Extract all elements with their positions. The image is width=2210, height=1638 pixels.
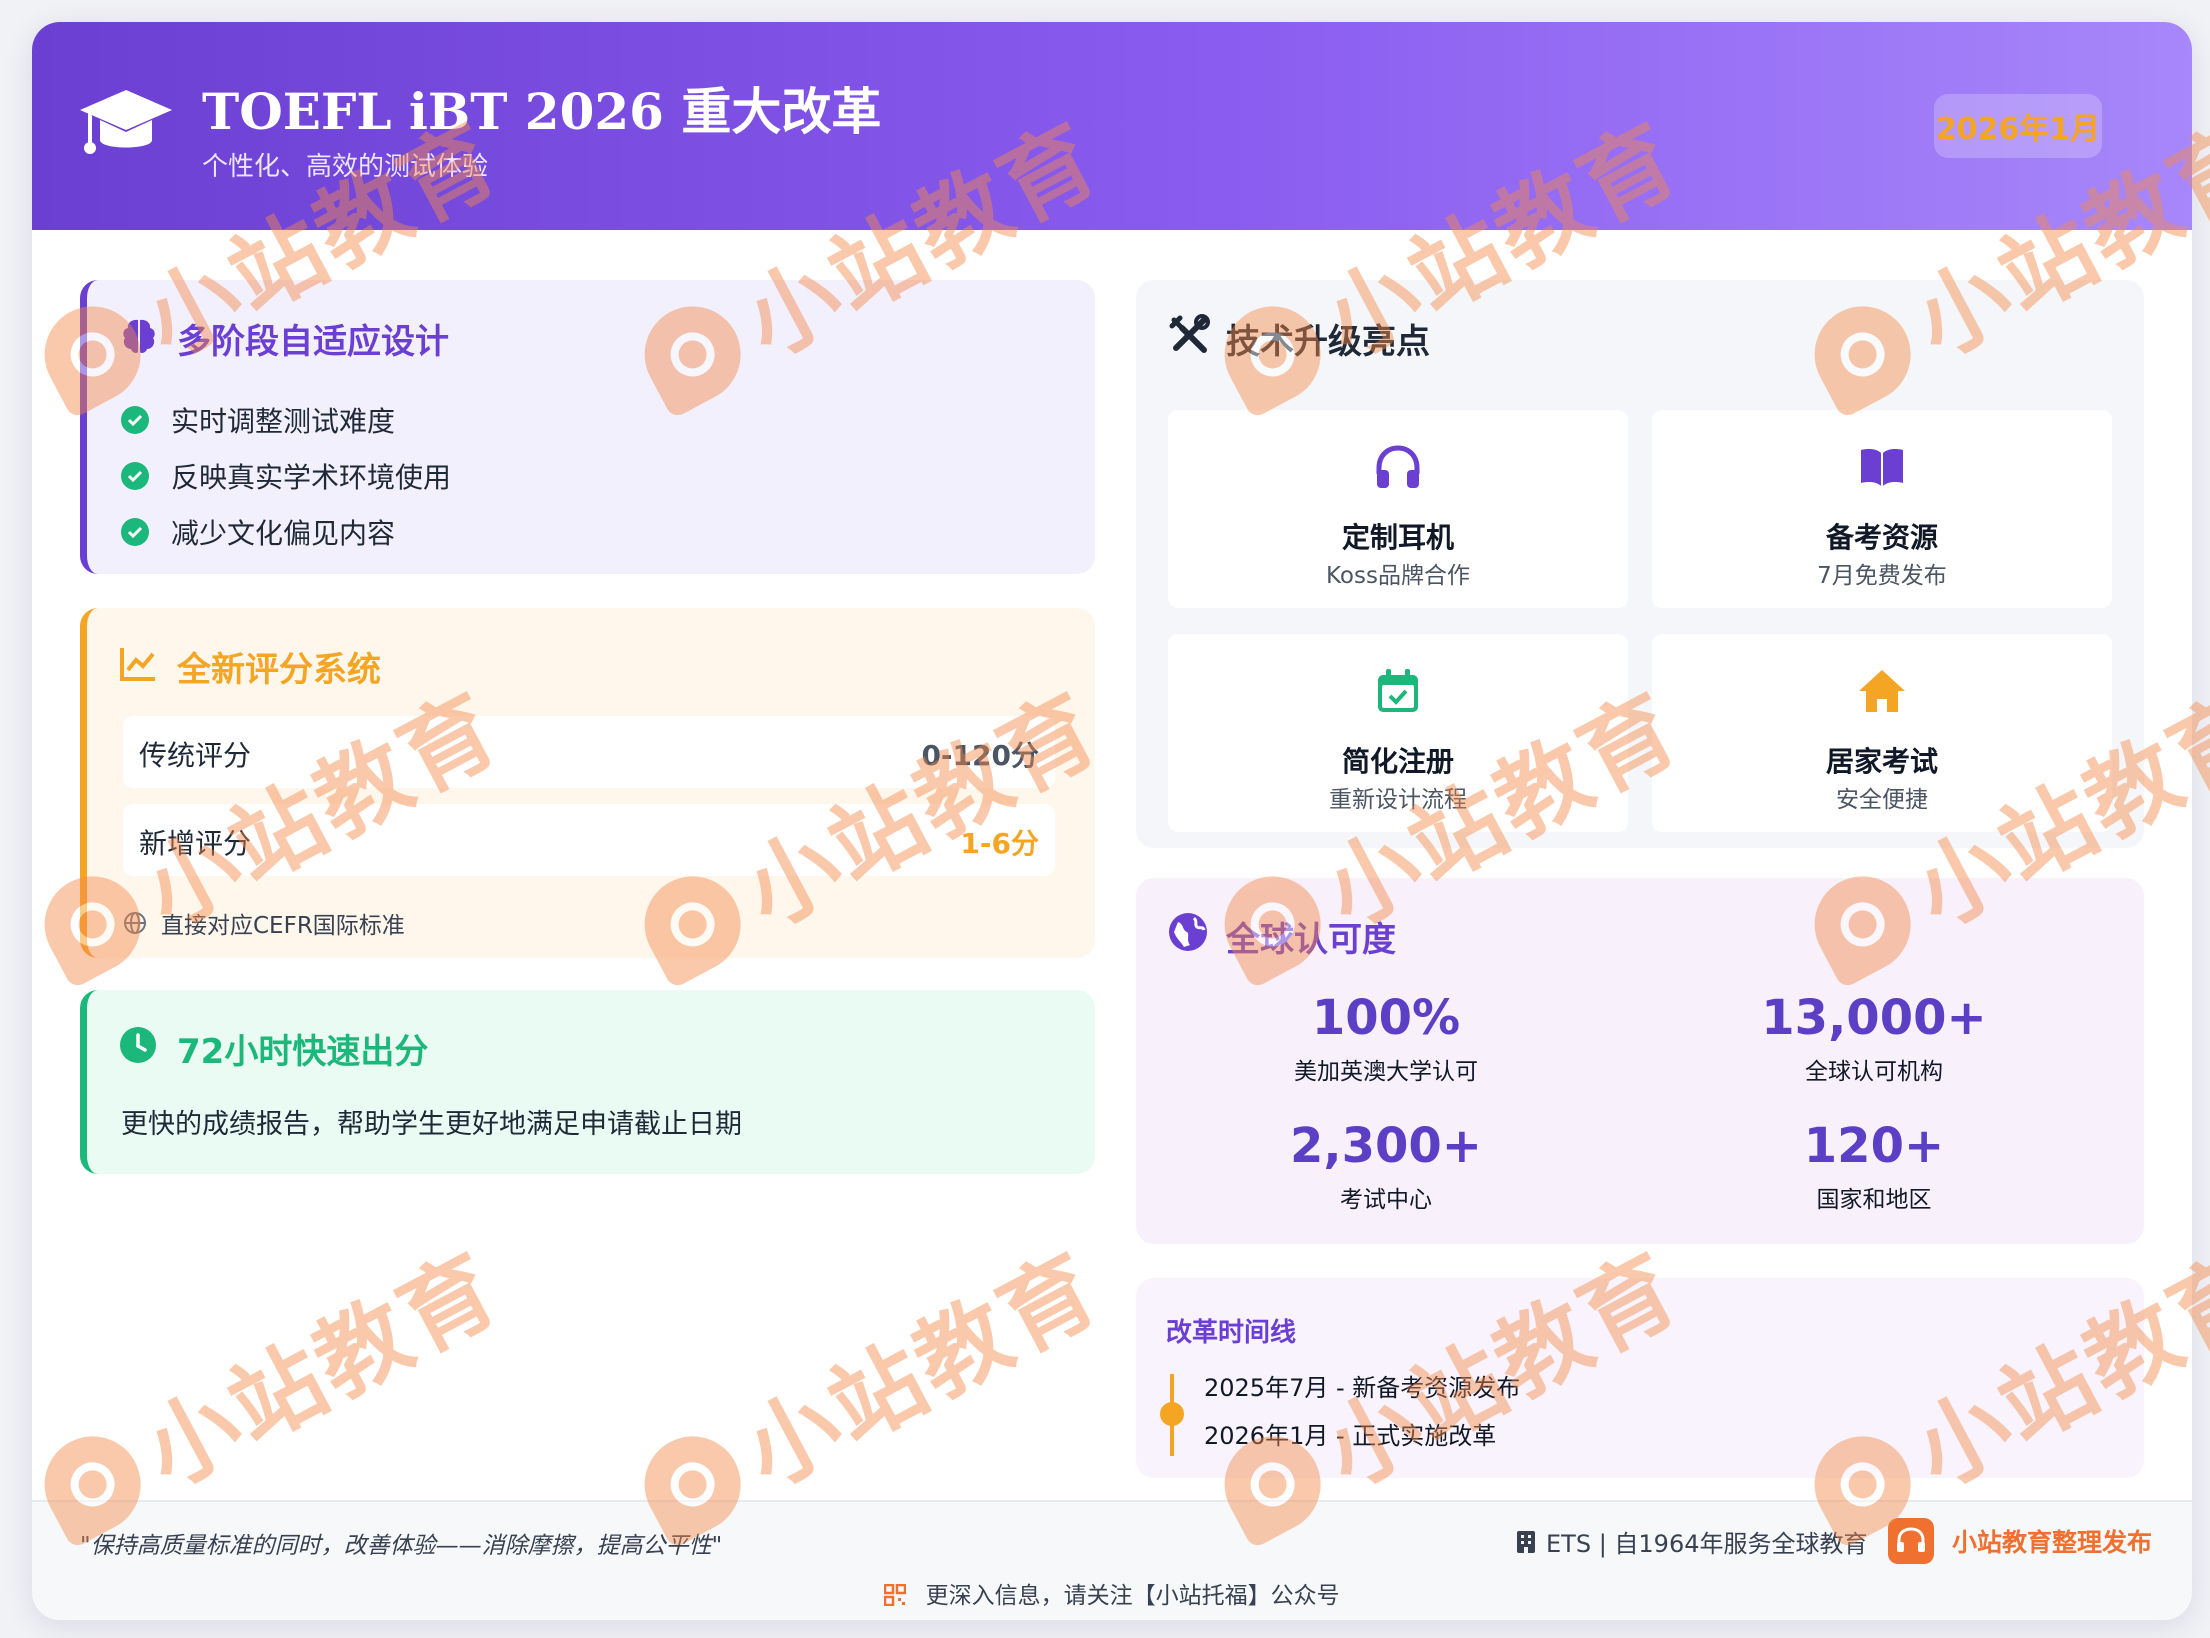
fast-results-panel: 72小时快速出分 更快的成绩报告，帮助学生更好地满足申请截止日期 — [80, 990, 1095, 1174]
tile-name: 简化注册 — [1341, 745, 1454, 778]
tile-subtext: 7月免费发布 — [1817, 563, 1947, 589]
adaptive-title: 多阶段自适应设计 — [177, 322, 449, 362]
follow-text: 更深入信息，请关注【小站托福】公众号 — [925, 1583, 1340, 1609]
page-subtitle: 个性化、高效的测试体验 — [202, 152, 489, 182]
global-title: 全球认可度 — [1226, 920, 1396, 960]
tech-title: 技术升级亮点 — [1226, 322, 1430, 362]
stat-block: 2,300+ 考试中心 — [1166, 1118, 1606, 1214]
header-banner: TOEFL iBT 2026 重大改革 个性化、高效的测试体验 2026年1月 — [32, 22, 2192, 230]
check-circle-icon — [121, 406, 149, 434]
adaptive-design-panel: 多阶段自适应设计 实时调整测试难度 反映真实学术环境使用 减少文化偏见内容 — [80, 280, 1095, 574]
cefr-note: 直接对应CEFR国际标准 — [123, 906, 405, 940]
tile-name: 备考资源 — [1825, 521, 1938, 554]
tech-tile: 定制耳机 Koss品牌合作 — [1168, 410, 1628, 608]
tile-subtext: Koss品牌合作 — [1326, 563, 1470, 589]
brain-icon — [123, 319, 155, 353]
stat-number: 2,300+ — [1289, 1118, 1483, 1174]
home-icon — [1859, 670, 1905, 712]
book-icon — [1861, 449, 1903, 486]
timeline-dot — [1160, 1402, 1184, 1426]
ets-text: ETS | 自1964年服务全球教育 — [1546, 1530, 1868, 1558]
globe-icon — [1169, 913, 1207, 951]
score-label: 传统评分 — [139, 739, 252, 772]
adaptive-item-text: 反映真实学术环境使用 — [171, 461, 452, 494]
tech-tile: 简化注册 重新设计流程 — [1168, 634, 1628, 832]
adaptive-item-text: 实时调整测试难度 — [171, 405, 396, 438]
score-value: 1-6分 — [960, 827, 1039, 860]
clock-icon — [120, 1027, 156, 1063]
tile-name: 居家考试 — [1825, 745, 1938, 778]
fast-results-text: 更快的成绩报告，帮助学生更好地满足申请截止日期 — [121, 1109, 742, 1140]
stat-label: 全球认可机构 — [1805, 1059, 1943, 1085]
tech-highlights-panel: 技术升级亮点 定制耳机 Koss品牌合作 备考资源 7月免费发布 简化注册 重新… — [1136, 280, 2144, 848]
stat-label: 国家和地区 — [1816, 1187, 1932, 1213]
cefr-note-text: 直接对应CEFR国际标准 — [161, 913, 405, 939]
scoring-panel: 全新评分系统 传统评分 0-120分 新增评分 1-6分 直接对应CEFR国际标… — [80, 608, 1095, 958]
building-icon — [1517, 1530, 1535, 1553]
tech-tile: 备考资源 7月免费发布 — [1652, 410, 2112, 608]
date-badge: 2026年1月 — [1934, 94, 2102, 158]
timeline-item: 2026年1月 - 正式实施改革 — [1204, 1422, 1497, 1450]
calendar-check-icon — [1378, 669, 1418, 712]
poster-card: TOEFL iBT 2026 重大改革 个性化、高效的测试体验 2026年1月 … — [32, 22, 2192, 1620]
score-row: 传统评分 0-120分 — [123, 716, 1055, 788]
score-value: 0-120分 — [921, 739, 1039, 772]
check-circle-icon — [121, 462, 149, 490]
global-recognition-panel: 全球认可度 100% 美加英澳大学认可 13,000+ 全球认可机构 2,300… — [1136, 878, 2144, 1244]
check-circle-icon — [121, 518, 149, 546]
stat-label: 美加英澳大学认可 — [1294, 1059, 1478, 1085]
chart-line-icon — [120, 648, 155, 681]
adaptive-item: 减少文化偏见内容 — [121, 512, 395, 552]
globe-icon — [124, 912, 146, 934]
timeline-panel: 改革时间线 2025年7月 - 新备考资源发布 2026年1月 - 正式实施改革 — [1136, 1278, 2144, 1478]
tile-name: 定制耳机 — [1341, 521, 1454, 554]
graduation-cap-icon — [80, 90, 172, 154]
stat-label: 考试中心 — [1340, 1187, 1432, 1213]
adaptive-item-text: 减少文化偏见内容 — [171, 517, 396, 550]
footer-quote: "保持高质量标准的同时，改善体验——消除摩擦，提高公平性" — [80, 1533, 723, 1559]
adaptive-item: 反映真实学术环境使用 — [121, 456, 451, 496]
ets-info: ETS | 自1964年服务全球教育 — [1516, 1524, 1867, 1559]
page-title: TOEFL iBT 2026 重大改革 — [202, 82, 882, 141]
tech-tile: 居家考试 安全便捷 — [1652, 634, 2112, 832]
publisher-logo-icon — [1888, 1518, 1934, 1564]
scoring-title: 全新评分系统 — [177, 650, 381, 690]
stat-block: 120+ 国家和地区 — [1654, 1118, 2094, 1214]
headphones-icon — [1376, 445, 1420, 488]
score-label: 新增评分 — [139, 827, 252, 860]
tools-icon — [1169, 314, 1210, 353]
fast-results-title: 72小时快速出分 — [177, 1032, 429, 1072]
timeline-title: 改革时间线 — [1166, 1318, 1297, 1348]
score-row: 新增评分 1-6分 — [123, 804, 1055, 876]
publisher-text: 小站教育整理发布 — [1952, 1528, 2153, 1557]
stat-number: 13,000+ — [1761, 990, 1987, 1046]
footer: "保持高质量标准的同时，改善体验——消除摩擦，提高公平性" ETS | 自196… — [32, 1500, 2192, 1620]
timeline-item: 2025年7月 - 新备考资源发布 — [1204, 1374, 1521, 1402]
stat-number: 100% — [1311, 990, 1461, 1046]
stat-number: 120+ — [1803, 1118, 1945, 1174]
stat-block: 100% 美加英澳大学认可 — [1166, 990, 1606, 1086]
qr-code-icon — [884, 1584, 907, 1606]
publisher-badge: 小站教育整理发布 — [1888, 1518, 2152, 1564]
stat-block: 13,000+ 全球认可机构 — [1654, 990, 2094, 1086]
follow-note: 更深入信息，请关注【小站托福】公众号 — [32, 1576, 2192, 1610]
tile-subtext: 重新设计流程 — [1329, 787, 1467, 813]
adaptive-item: 实时调整测试难度 — [121, 400, 395, 440]
tile-subtext: 安全便捷 — [1836, 787, 1928, 813]
